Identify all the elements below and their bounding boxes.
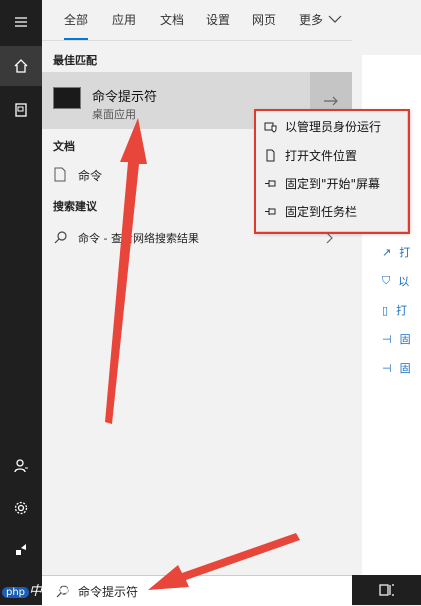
highlight-box <box>254 109 410 234</box>
details-action-label: 打 <box>399 246 411 259</box>
details-action-open-location[interactable]: ▯ 打 <box>382 302 407 318</box>
search-suggestions-heading: 搜索建议 <box>53 200 97 213</box>
details-action-label: 固 <box>399 362 411 375</box>
watermark-brand: php <box>2 587 30 598</box>
details-action-pin-taskbar[interactable]: ⊣ 固 <box>382 360 411 376</box>
settings-button[interactable] <box>0 488 42 528</box>
details-action-open[interactable]: ↗ 打 <box>382 244 410 260</box>
search-input[interactable]: 命令提示符 <box>78 583 138 600</box>
web-suggestion-item[interactable]: 命令 - 查看网络搜索结果 <box>78 230 199 246</box>
documents-heading: 文档 <box>53 140 75 153</box>
command-prompt-icon <box>53 87 81 109</box>
tab-apps[interactable]: 应用 <box>112 11 136 28</box>
home-button[interactable] <box>0 46 42 86</box>
task-view-icon <box>378 584 394 596</box>
pin-icon: ⊣ <box>382 361 392 375</box>
details-action-pin-start[interactable]: ⊣ 固 <box>382 331 411 347</box>
chevron-down-icon[interactable] <box>328 14 342 24</box>
best-match-heading: 最佳匹配 <box>53 54 97 67</box>
tab-settings[interactable]: 设置 <box>206 11 230 28</box>
arrow-right-icon <box>324 96 338 105</box>
menu-icon <box>15 17 27 27</box>
file-icon: ▯ <box>382 303 389 317</box>
search-icon <box>54 231 67 244</box>
tab-documents[interactable]: 文档 <box>160 11 184 28</box>
tab-web[interactable]: 网页 <box>252 11 276 28</box>
documents-button[interactable] <box>0 90 42 130</box>
feedback-button[interactable] <box>0 530 42 570</box>
best-match-subtitle: 桌面应用 <box>92 108 136 121</box>
open-icon: ↗ <box>382 245 392 259</box>
feedback-icon <box>16 544 26 555</box>
tab-more[interactable]: 更多 <box>299 11 323 28</box>
watermark-text: 中文网 <box>29 584 69 599</box>
hamburger-menu-button[interactable] <box>0 2 42 42</box>
document-result-item[interactable]: 命令 <box>78 167 102 184</box>
left-rail <box>0 0 42 605</box>
search-box[interactable]: 命令提示符 <box>42 575 352 606</box>
gear-icon <box>14 501 28 515</box>
details-action-label: 固 <box>399 333 411 346</box>
filter-tabs: 全部 应用 文档 设置 网页 更多 <box>42 0 421 41</box>
task-view-button[interactable] <box>352 575 421 605</box>
tab-all[interactable]: 全部 <box>64 11 89 41</box>
home-icon <box>14 59 28 73</box>
account-button[interactable] <box>0 446 42 486</box>
details-action-label: 打 <box>396 304 408 317</box>
details-action-label: 以 <box>398 275 410 288</box>
details-action-run-as-admin[interactable]: ⛉ 以 <box>382 273 409 289</box>
document-icon <box>15 103 27 117</box>
best-match-title: 命令提示符 <box>92 90 158 105</box>
user-icon <box>14 459 28 473</box>
watermark: php 中文网 <box>2 580 68 599</box>
pin-icon: ⊣ <box>382 332 392 346</box>
shield-icon: ⛉ <box>382 274 391 287</box>
file-icon <box>54 167 66 182</box>
